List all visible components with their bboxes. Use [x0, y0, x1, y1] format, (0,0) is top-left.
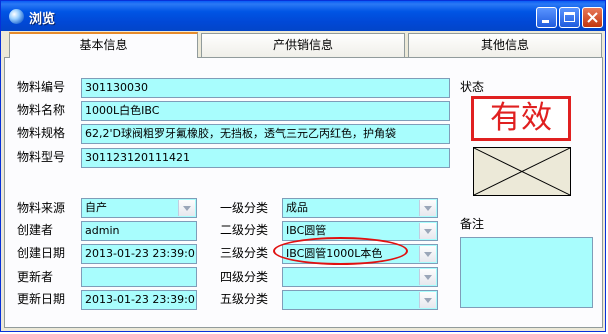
chevron-down-icon[interactable] [419, 223, 436, 239]
chevron-down-icon[interactable] [419, 200, 436, 216]
material-spec-label: 物料规格 [17, 126, 66, 140]
remark-label: 备注 [460, 217, 485, 231]
category-level1-select[interactable]: 成品 [282, 198, 438, 218]
material-name-field[interactable]: 1000L白色IBC [81, 101, 450, 121]
title-bar[interactable]: 浏览 [1, 1, 605, 31]
remark-textarea[interactable] [460, 237, 593, 308]
material-source-value: 自产 [85, 201, 107, 214]
update-date-label: 更新日期 [17, 292, 66, 306]
chevron-down-icon[interactable] [419, 292, 436, 308]
update-date-field[interactable]: 2013-01-23 23:39:0 [81, 290, 197, 310]
category-level2-select[interactable]: IBC圆管 [282, 221, 438, 241]
close-button[interactable] [582, 7, 603, 28]
chevron-down-icon[interactable] [419, 246, 436, 262]
create-date-label: 创建日期 [17, 246, 66, 260]
material-source-label: 物料来源 [17, 201, 66, 215]
category-level1-value: 成品 [286, 201, 308, 214]
creator-field[interactable]: admin [81, 221, 197, 241]
creator-label: 创建者 [17, 223, 54, 237]
material-model-field[interactable]: 301123120111421 [81, 148, 450, 168]
material-code-label: 物料编号 [17, 80, 66, 94]
maximize-icon [564, 12, 575, 22]
minimize-button[interactable] [536, 7, 557, 28]
category-level3-label: 三级分类 [220, 246, 269, 260]
material-spec-field[interactable]: 62,2'D球阀粗罗牙氟橡胶，无挡板，透气三元乙丙红色，护角袋 [81, 124, 450, 144]
category-level5-label: 五级分类 [220, 292, 269, 306]
maximize-button[interactable] [559, 7, 580, 28]
image-placeholder-icon [473, 147, 571, 196]
status-label: 状态 [460, 80, 485, 94]
category-level3-select[interactable]: IBC圆管1000L本色 [282, 244, 438, 264]
category-level4-label: 四级分类 [220, 270, 269, 284]
updater-field[interactable] [81, 267, 197, 287]
app-icon [9, 9, 24, 24]
browse-window: 浏览 基本信息 产供销信息 其他信息 物料编号 301130030 物料名称 1… [0, 0, 606, 332]
tab-basic-info[interactable]: 基本信息 [9, 32, 198, 58]
category-level3-value: IBC圆管1000L本色 [286, 247, 383, 260]
minimize-icon [542, 20, 549, 23]
material-code-field[interactable]: 301130030 [81, 78, 450, 98]
image-placeholder [473, 147, 571, 196]
category-level1-label: 一级分类 [220, 201, 269, 215]
material-name-label: 物料名称 [17, 103, 66, 117]
updater-label: 更新者 [17, 270, 54, 284]
tab-other-info[interactable]: 其他信息 [408, 33, 602, 57]
create-date-field[interactable]: 2013-01-23 23:39:0 [81, 244, 197, 264]
close-icon [587, 12, 598, 23]
category-level2-label: 二级分类 [220, 223, 269, 237]
category-level4-select[interactable] [282, 267, 438, 287]
category-level5-select[interactable] [282, 290, 438, 310]
chevron-down-icon[interactable] [178, 200, 195, 216]
tab-supply-sales-info[interactable]: 产供销信息 [201, 33, 405, 57]
category-level2-value: IBC圆管 [286, 224, 327, 237]
chevron-down-icon[interactable] [419, 269, 436, 285]
material-source-select[interactable]: 自产 [81, 198, 197, 218]
window-title: 浏览 [29, 12, 56, 27]
status-stamp: 有效 [471, 96, 571, 141]
material-model-label: 物料型号 [17, 150, 66, 164]
